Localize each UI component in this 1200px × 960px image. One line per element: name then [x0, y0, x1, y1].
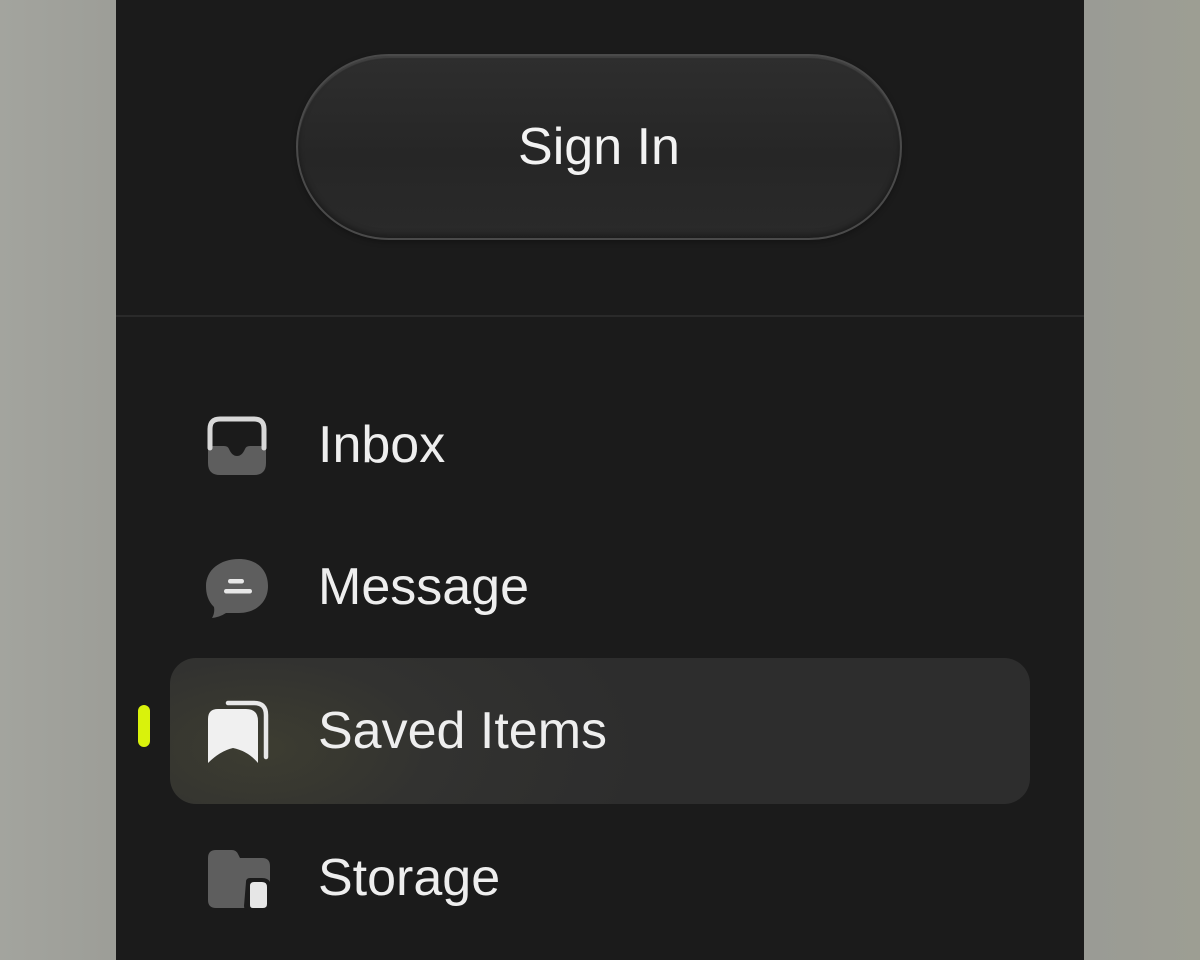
sidebar-item-label: Saved Items: [318, 702, 608, 760]
inbox-icon: [204, 413, 270, 479]
sidebar-item-label: Storage: [318, 849, 501, 907]
bookmark-stack-icon: [204, 699, 270, 765]
sidebar-item-saved-items[interactable]: Saved Items: [170, 658, 1030, 804]
sidebar-panel: Sign In Inbox Message Saved Items Storag…: [116, 0, 1084, 960]
sign-in-button[interactable]: Sign In: [296, 54, 902, 240]
folder-icon: [204, 846, 270, 912]
active-indicator: [138, 705, 150, 747]
divider: [116, 315, 1084, 317]
sidebar-item-inbox[interactable]: Inbox: [170, 372, 1030, 518]
sidebar-item-message[interactable]: Message: [170, 514, 1030, 660]
sidebar-item-label: Message: [318, 558, 529, 616]
sidebar-item-label: Inbox: [318, 416, 446, 474]
message-icon: [204, 555, 270, 621]
sidebar-item-storage[interactable]: Storage: [170, 805, 1030, 951]
